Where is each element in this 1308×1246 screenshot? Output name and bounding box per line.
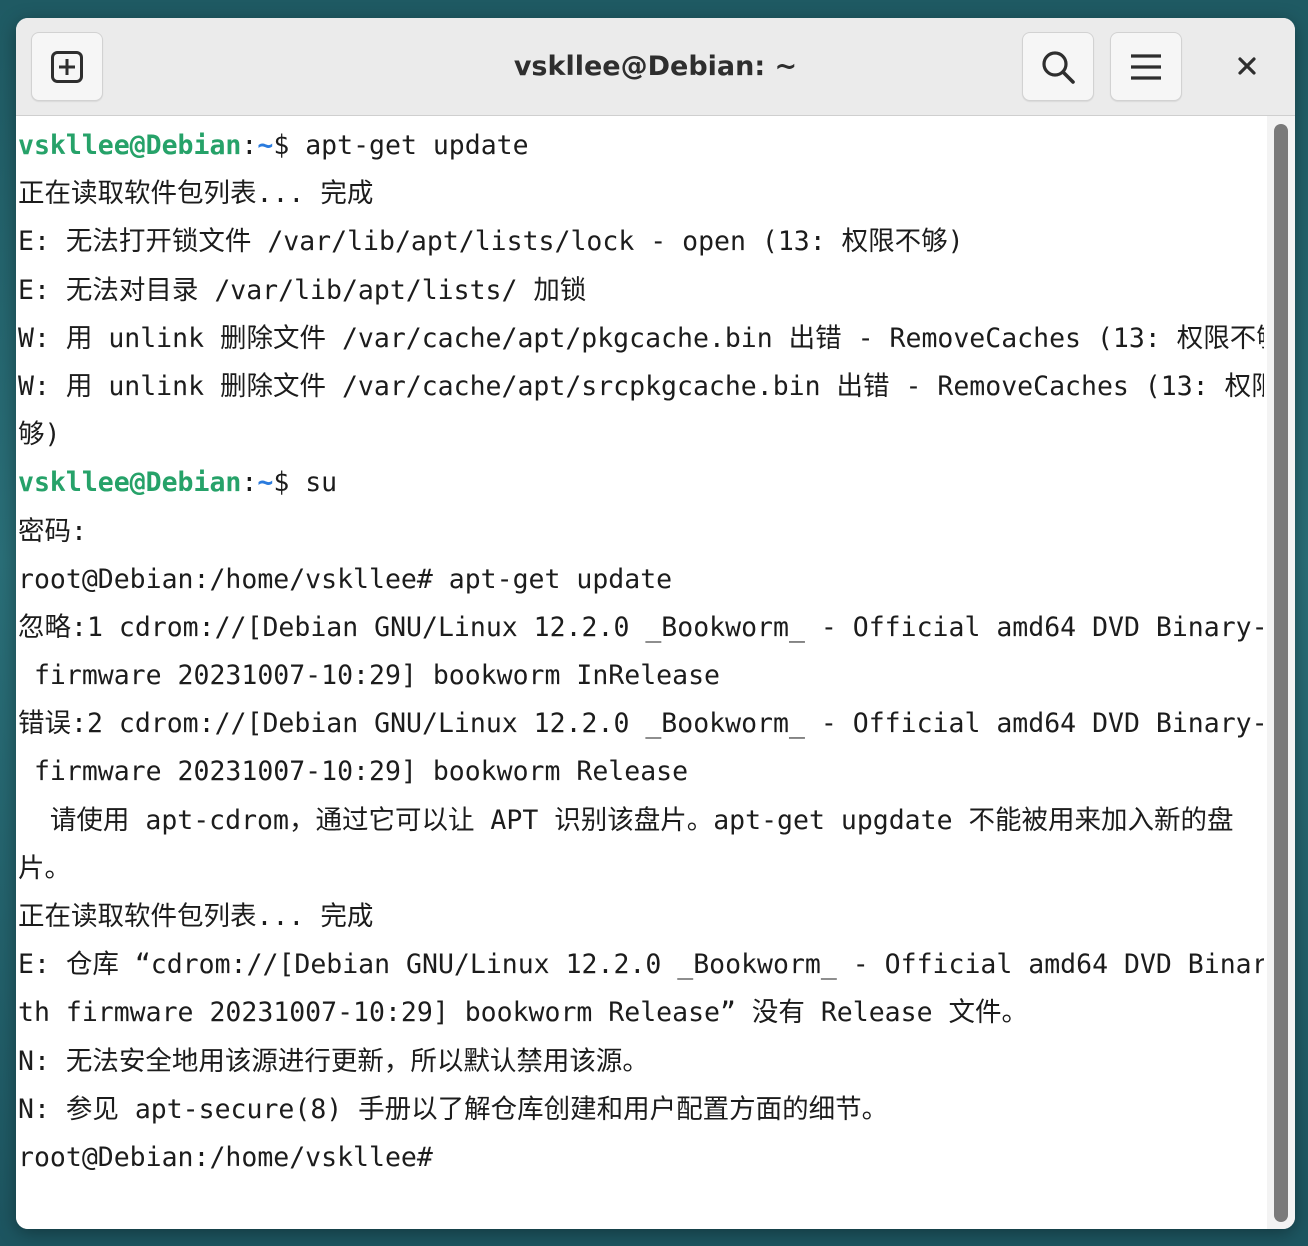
prompt-user: vskllee@Debian [18, 467, 242, 499]
new-tab-button[interactable] [31, 32, 103, 101]
output-line: 错误:2 cdrom://[Debian GNU/Linux 12.2.0 _B… [18, 708, 1264, 740]
output-line: 忽略:1 cdrom://[Debian GNU/Linux 12.2.0 _B… [18, 611, 1264, 643]
output-line: 密码: [18, 515, 87, 547]
output-line: N: 参见 apt-secure(8) 手册以了解仓库创建和用户配置方面的细节。 [18, 1093, 889, 1125]
terminal-output[interactable]: vskllee@Debian:~$ apt-get update 正在读取软件包列… [16, 116, 1264, 1229]
prompt-user: vskllee@Debian [18, 130, 242, 161]
output-line: 正在读取软件包列表... 完成 [18, 178, 374, 210]
command-text: $ apt-get update [273, 130, 529, 161]
window-title: vskllee@Debian: ~ [513, 51, 798, 82]
prompt-separator: : [241, 130, 258, 161]
close-button[interactable] [1212, 32, 1282, 99]
scrollbar-thumb[interactable] [1274, 124, 1288, 1222]
output-line: N: 无法安全地用该源进行更新，所以默认禁用该源。 [18, 1045, 649, 1077]
output-line: E: 仓库 “cdrom://[Debian GNU/Linux 12.2.0 … [18, 949, 1264, 981]
output-line: th firmware 20231007-10:29] bookworm Rel… [18, 997, 1028, 1029]
prompt-line: vskllee@Debian:~$ apt-get update [18, 122, 1264, 170]
output-line: 够) [18, 419, 61, 451]
output-line: W: 用 unlink 删除文件 /var/cache/apt/srcpkgca… [18, 370, 1264, 402]
output-line: root@Debian:/home/vskllee# [18, 1141, 433, 1173]
output-line: firmware 20231007-10:29] bookworm Releas… [18, 756, 689, 788]
output-line: W: 用 unlink 删除文件 /var/cache/apt/pkgcache… [18, 322, 1264, 354]
menu-button[interactable] [1110, 32, 1182, 101]
command-text: $ su [273, 467, 338, 499]
plus-in-square-icon [51, 50, 83, 83]
prompt-separator: : [241, 467, 258, 499]
output-line: firmware 20231007-10:29] bookworm InRele… [18, 660, 720, 692]
close-icon [1238, 56, 1256, 75]
vertical-scrollbar[interactable] [1267, 116, 1295, 1229]
headerbar: vskllee@Debian: ~ [16, 18, 1295, 116]
prompt-line: vskllee@Debian:~$ su [18, 459, 1264, 507]
output-line: 请使用 apt-cdrom，通过它可以让 APT 识别该盘片。apt-get u… [18, 804, 1234, 836]
search-button[interactable] [1022, 32, 1094, 101]
prompt-directory: ~ [257, 130, 274, 161]
output-line: 正在读取软件包列表... 完成 [18, 901, 374, 932]
output-line: E: 无法打开锁文件 /var/lib/apt/lists/lock - ope… [18, 226, 964, 258]
hamburger-menu-icon [1131, 53, 1161, 80]
search-icon [1042, 50, 1075, 84]
output-line: E: 无法对目录 /var/lib/apt/lists/ 加锁 [18, 274, 587, 306]
output-line: root@Debian:/home/vskllee# apt-get updat… [18, 563, 673, 595]
output-line: 片。 [18, 852, 71, 884]
terminal-window: vskllee@Debian: ~ vskllee@Debian:~$ apt-… [16, 18, 1295, 1229]
prompt-directory: ~ [257, 467, 274, 499]
